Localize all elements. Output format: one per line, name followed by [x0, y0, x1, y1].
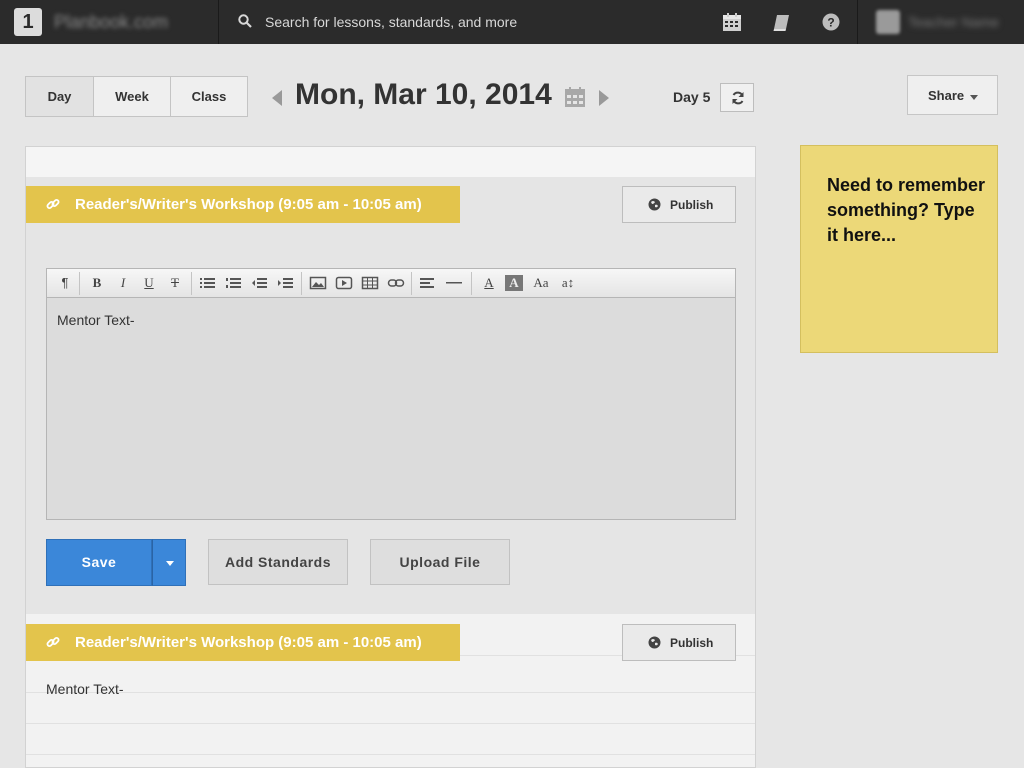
insert-video-icon[interactable]	[335, 273, 353, 293]
add-standards-button[interactable]: Add Standards	[208, 539, 348, 585]
toolbar-divider	[301, 272, 302, 295]
lesson-title: Reader's/Writer's Workshop (9:05 am - 10…	[75, 196, 422, 213]
underline-button[interactable]: U	[139, 273, 159, 293]
chevron-down-icon	[970, 95, 978, 100]
insert-link-icon[interactable]	[387, 273, 405, 293]
lesson-editor-block: Reader's/Writer's Workshop (9:05 am - 10…	[26, 177, 755, 614]
svg-text:?: ?	[827, 16, 834, 30]
top-navigation-bar: 1 Planbook.com Search for lessons, stand…	[0, 0, 1024, 44]
next-day-arrow-icon[interactable]	[599, 90, 609, 106]
search-input[interactable]: Search for lessons, standards, and more	[265, 14, 517, 30]
sticky-note-text[interactable]: Need to remember something? Type it here…	[827, 173, 987, 248]
tab-class[interactable]: Class	[170, 76, 248, 117]
indent-icon[interactable]	[277, 273, 295, 293]
globe-icon	[648, 198, 661, 211]
brand-logo: 1	[14, 8, 42, 36]
rich-text-editor[interactable]: ¶ B I U T A A Aa a↕ Mentor Text-	[46, 268, 736, 520]
search-bar[interactable]: Search for lessons, standards, and more	[220, 0, 700, 44]
toolbar-divider	[191, 272, 192, 295]
lesson-title-banner[interactable]: Reader's/Writer's Workshop (9:05 am - 10…	[26, 624, 460, 661]
link-icon	[46, 637, 60, 647]
tab-day[interactable]: Day	[25, 76, 94, 117]
editor-toolbar: ¶ B I U T A A Aa a↕	[47, 269, 735, 298]
avatar	[876, 10, 900, 34]
toolbar-divider	[471, 272, 472, 295]
sticky-note[interactable]: Need to remember something? Type it here…	[800, 145, 998, 353]
strikethrough-button[interactable]: T	[165, 273, 185, 293]
toolbar-divider	[411, 272, 412, 295]
line-height-button[interactable]: a↕	[557, 273, 579, 293]
paragraph-format-button[interactable]: ¶	[55, 273, 75, 293]
brand[interactable]: 1 Planbook.com	[0, 0, 219, 44]
publish-button[interactable]: Publish	[622, 186, 736, 223]
tab-week[interactable]: Week	[93, 76, 171, 117]
divider	[26, 754, 755, 755]
chevron-down-icon	[166, 561, 174, 566]
refresh-icon	[732, 91, 744, 105]
lesson-panel: Reader's/Writer's Workshop (9:05 am - 10…	[25, 146, 756, 768]
lesson-title: Reader's/Writer's Workshop (9:05 am - 10…	[75, 634, 422, 651]
bold-button[interactable]: B	[87, 273, 107, 293]
brand-name: Planbook.com	[54, 12, 169, 32]
font-size-button[interactable]: Aa	[529, 273, 553, 293]
background-color-button[interactable]: A	[505, 275, 523, 291]
date-title: Mon, Mar 10, 2014	[295, 78, 552, 111]
help-icon[interactable]: ?	[821, 12, 841, 32]
italic-button[interactable]: I	[113, 273, 133, 293]
user-name: Teacher Name	[908, 14, 1000, 30]
calendar-icon[interactable]	[722, 12, 742, 32]
numbered-list-icon[interactable]	[225, 273, 243, 293]
save-options-dropdown[interactable]	[152, 539, 186, 586]
toolbar-divider	[79, 272, 80, 295]
share-button[interactable]: Share	[907, 75, 998, 115]
horizontal-rule-icon[interactable]	[445, 273, 463, 293]
globe-icon	[648, 636, 661, 649]
bullet-list-icon[interactable]	[199, 273, 217, 293]
text-color-button[interactable]: A	[479, 273, 499, 293]
save-button[interactable]: Save	[46, 539, 152, 586]
publish-label: Publish	[670, 198, 714, 212]
previous-day-arrow-icon[interactable]	[272, 90, 282, 106]
lesson-content[interactable]: Mentor Text-	[46, 681, 124, 697]
panel-header-strip	[26, 147, 755, 177]
share-label: Share	[928, 88, 965, 103]
lesson-title-banner[interactable]: Reader's/Writer's Workshop (9:05 am - 10…	[26, 186, 460, 223]
outdent-icon[interactable]	[251, 273, 269, 293]
link-icon	[46, 199, 60, 209]
insert-image-icon[interactable]	[309, 273, 327, 293]
user-profile[interactable]: Teacher Name	[857, 0, 1024, 44]
align-left-icon[interactable]	[419, 273, 437, 293]
day-cycle-label: Day 5	[673, 89, 711, 105]
insert-table-icon[interactable]	[361, 273, 379, 293]
publish-button[interactable]: Publish	[622, 624, 736, 661]
publish-label: Publish	[670, 636, 714, 650]
book-icon[interactable]	[772, 12, 792, 32]
calendar-picker-icon[interactable]	[564, 86, 586, 108]
divider	[26, 723, 755, 724]
refresh-button[interactable]	[720, 83, 754, 112]
upload-file-button[interactable]: Upload File	[370, 539, 510, 585]
divider	[26, 692, 755, 693]
editor-content[interactable]: Mentor Text-	[57, 312, 135, 328]
search-icon	[238, 14, 252, 28]
